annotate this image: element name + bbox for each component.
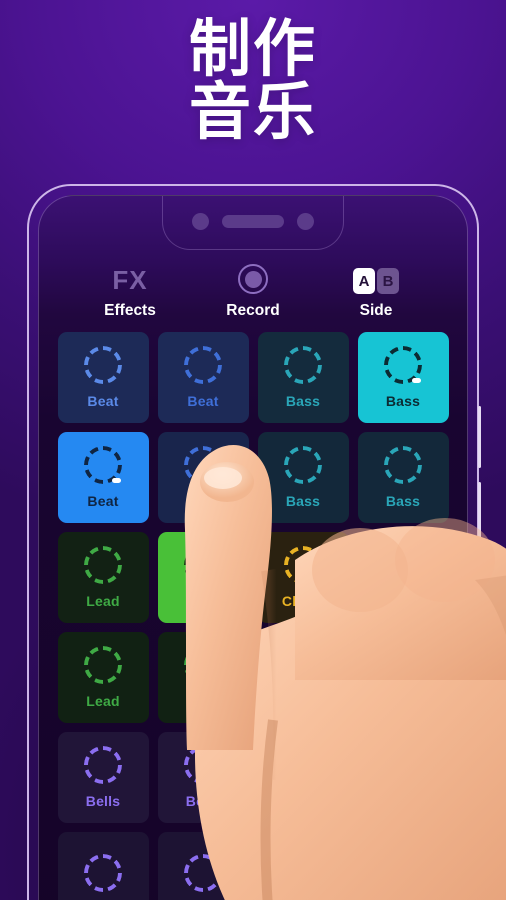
- pad-button[interactable]: Bass: [357, 332, 449, 423]
- pad-label: Bells: [85, 793, 121, 809]
- sensor-dot-icon: [297, 213, 314, 230]
- pad-ring-icon: [384, 346, 422, 384]
- pad-ring-icon: [84, 446, 122, 484]
- pad-ring-icon: [284, 346, 322, 384]
- pad-button[interactable]: Bells: [57, 732, 149, 823]
- headline-line-1: 制作: [188, 15, 317, 84]
- pad-label: Beat: [87, 393, 119, 409]
- record-dot-icon: [244, 270, 262, 288]
- side-toggle-button[interactable]: A B Side: [321, 268, 431, 320]
- side-option-a[interactable]: A: [353, 268, 375, 294]
- pad-label: Beat: [87, 493, 119, 509]
- earpiece-speaker-icon: [222, 215, 284, 228]
- ab-toggle-icon[interactable]: A B: [353, 268, 399, 294]
- record-button[interactable]: Record: [198, 264, 308, 320]
- camera-dot-icon: [192, 213, 209, 230]
- pad-ring-icon: [84, 546, 122, 584]
- pad-ring-icon: [84, 646, 122, 684]
- pad-button[interactable]: Beat: [57, 432, 149, 523]
- app-toolbar: FX Effects Record A B Side: [59, 252, 447, 330]
- pad-button[interactable]: Beat: [157, 332, 249, 423]
- pad-ring-icon: [84, 346, 122, 384]
- pad-ring-icon: [184, 346, 222, 384]
- pad-button[interactable]: Bass: [257, 332, 349, 423]
- side-label: Side: [359, 302, 393, 319]
- pad-ring-icon: [84, 746, 122, 784]
- pointing-hand-illustration: [184, 445, 506, 900]
- pad-label: Bass: [385, 393, 421, 409]
- record-icon: [238, 264, 268, 294]
- pad-button[interactable]: Beat: [57, 332, 149, 423]
- pad-label: Lead: [86, 693, 120, 709]
- effects-label: Effects: [104, 302, 156, 319]
- phone-notch: [162, 196, 344, 250]
- pad-label: Bass: [285, 393, 321, 409]
- effects-button[interactable]: FX Effects: [75, 266, 185, 320]
- pad-label: Beat: [187, 393, 219, 409]
- side-option-b[interactable]: B: [377, 268, 399, 294]
- pad-label: Lead: [86, 593, 120, 609]
- pad-button[interactable]: Lead: [57, 632, 149, 723]
- page-title: 制作 音乐: [0, 15, 506, 148]
- pad-ring-icon: [84, 854, 122, 892]
- pad-button[interactable]: Lead: [57, 532, 149, 623]
- headline-line-2: 音乐: [188, 78, 317, 148]
- fx-icon: FX: [112, 265, 148, 295]
- pad-button[interactable]: [57, 832, 149, 900]
- record-label: Record: [226, 302, 280, 319]
